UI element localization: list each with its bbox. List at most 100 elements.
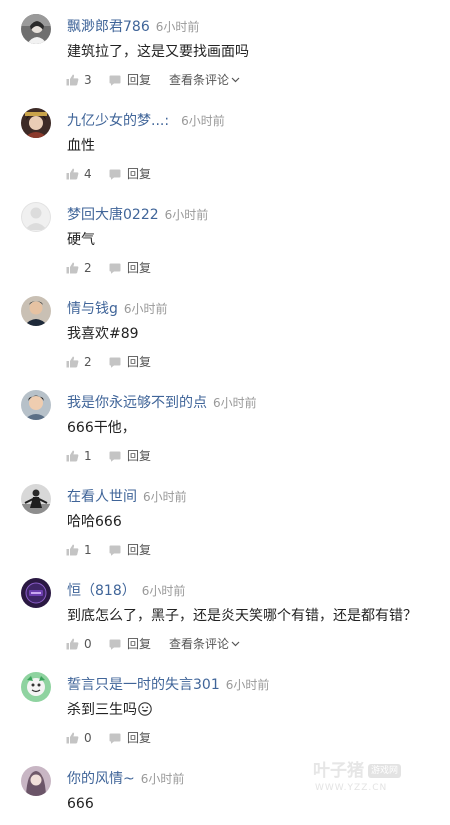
avatar[interactable] — [21, 296, 51, 326]
reply-button[interactable]: 回复 — [109, 260, 169, 276]
reply-button[interactable]: 回复 — [109, 636, 169, 652]
thumbs-up-icon — [66, 544, 79, 556]
comment-bubble-icon — [109, 169, 121, 180]
reply-button[interactable]: 回复 — [109, 730, 169, 746]
comment-bubble-icon — [109, 451, 121, 462]
avatar[interactable] — [21, 202, 51, 232]
reply-button[interactable]: 回复 — [109, 166, 169, 182]
thumbs-up-icon — [66, 450, 79, 462]
comment-text: 我喜欢#89 — [67, 326, 139, 342]
avatar[interactable] — [21, 108, 51, 138]
watermark-tag: 游戏网 — [368, 764, 402, 778]
thumbs-up-icon — [66, 732, 79, 744]
site-watermark: 叶子猪 游戏网 WWW.YZZ.CN — [313, 760, 413, 800]
comment-actions: 0 回复 — [66, 730, 169, 746]
thumbs-up-icon — [66, 356, 79, 368]
view-replies-link[interactable]: 查看条评论 — [169, 636, 240, 652]
comment-item: 情与钱g 6小时前 我喜欢#89 2 回复 — [0, 282, 450, 376]
comment-header: 恒（818） 6小时前 — [67, 580, 185, 600]
reply-label: 回复 — [127, 449, 152, 463]
like-count: 2 — [84, 261, 92, 275]
timestamp: 6小时前 — [225, 678, 270, 692]
comment-actions: 4 回复 — [66, 166, 169, 182]
comment-bubble-icon — [109, 639, 121, 650]
reply-label: 回复 — [127, 543, 152, 557]
like-button[interactable]: 3 — [66, 72, 109, 88]
like-count: 3 — [84, 73, 92, 87]
watermark-brand: 叶子猪 — [313, 761, 364, 781]
comment-item: 飘渺郎君786 6小时前 建筑拉了，这是又要找画面吗 3 回复 查看条评论 — [0, 0, 450, 94]
comment-bubble-icon — [109, 263, 121, 274]
reply-label: 回复 — [127, 731, 152, 745]
like-count: 0 — [84, 731, 92, 745]
reply-button[interactable]: 回复 — [109, 448, 169, 464]
username-link[interactable]: 飘渺郎君786 — [67, 19, 150, 35]
view-replies-label: 查看条评论 — [169, 73, 230, 87]
comment-header: 你的风情~ 6小时前 — [67, 768, 184, 788]
comment-bubble-icon — [109, 545, 121, 556]
thumbs-up-icon — [66, 168, 79, 180]
comment-text: 666干他， — [67, 420, 136, 436]
comment-header: 在看人世间 6小时前 — [67, 486, 187, 506]
comment-actions: 2 回复 — [66, 260, 169, 276]
thumbs-up-icon — [66, 262, 79, 274]
comment-item: 九亿少女的梦...: 6小时前 血性 4 回复 — [0, 94, 450, 188]
reply-label: 回复 — [127, 637, 152, 651]
comment-bubble-icon — [109, 733, 121, 744]
reply-label: 回复 — [127, 355, 152, 369]
avatar[interactable] — [21, 484, 51, 514]
like-button[interactable]: 2 — [66, 260, 109, 276]
timestamp: 6小时前 — [155, 20, 200, 34]
comment-text: 硬气 — [67, 232, 95, 248]
username-link[interactable]: 恒（818） — [67, 583, 136, 599]
comment-header: 我是你永远够不到的点 6小时前 — [67, 392, 257, 412]
chevron-down-icon — [231, 77, 240, 83]
username-link[interactable]: 誓言只是一时的失言301 — [67, 677, 220, 693]
like-button[interactable]: 2 — [66, 354, 109, 370]
comment-text: 到底怎么了，黑子，还是炎天笑哪个有错，还是都有错？ — [67, 608, 417, 624]
avatar[interactable] — [21, 14, 51, 44]
username-link[interactable]: 你的风情~ — [67, 771, 135, 787]
chevron-down-icon — [231, 641, 240, 647]
comment-item: 誓言只是一时的失言301 6小时前 杀到三生吗 0 回复 — [0, 658, 450, 752]
username-link[interactable]: 九亿少女的梦...: — [67, 113, 169, 129]
like-button[interactable]: 1 — [66, 448, 109, 464]
comment-bubble-icon — [109, 357, 121, 368]
like-count: 1 — [84, 543, 92, 557]
username-link[interactable]: 在看人世间 — [67, 489, 137, 505]
smiley-face-emoji — [138, 702, 152, 716]
avatar[interactable] — [21, 766, 51, 796]
avatar[interactable] — [21, 672, 51, 702]
username-link[interactable]: 梦回大唐0222 — [67, 207, 159, 223]
view-replies-link[interactable]: 查看条评论 — [169, 72, 240, 88]
comment-text-wrap: 杀到三生吗 — [67, 700, 152, 720]
timestamp: 6小时前 — [181, 114, 225, 128]
like-button[interactable]: 0 — [66, 730, 109, 746]
comment-actions: 1 回复 — [66, 448, 169, 464]
avatar[interactable] — [21, 578, 51, 608]
reply-button[interactable]: 回复 — [109, 542, 169, 558]
reply-button[interactable]: 回复 — [109, 354, 169, 370]
like-button[interactable]: 1 — [66, 542, 109, 558]
comment-bubble-icon — [109, 75, 121, 86]
avatar[interactable] — [21, 390, 51, 420]
comment-text: 666 — [67, 796, 94, 812]
timestamp: 6小时前 — [213, 396, 257, 410]
timestamp: 6小时前 — [123, 302, 168, 316]
comment-actions: 2 回复 — [66, 354, 169, 370]
reply-button[interactable]: 回复 — [109, 72, 169, 88]
watermark-url: WWW.YZZ.CN — [315, 783, 388, 793]
like-button[interactable]: 4 — [66, 166, 109, 182]
like-count: 2 — [84, 355, 92, 369]
username-link[interactable]: 我是你永远够不到的点 — [67, 395, 207, 411]
comment-header: 九亿少女的梦...: 6小时前 — [67, 110, 225, 130]
comment-actions: 3 回复 查看条评论 — [66, 72, 240, 88]
comment-header: 誓言只是一时的失言301 6小时前 — [67, 674, 269, 694]
comment-actions: 0 回复 查看条评论 — [66, 636, 240, 652]
comment-item: 梦回大唐0222 6小时前 硬气 2 回复 — [0, 188, 450, 282]
username-link[interactable]: 情与钱g — [67, 301, 118, 317]
like-button[interactable]: 0 — [66, 636, 109, 652]
comment-text: 杀到三生吗 — [67, 702, 137, 718]
comment-item: 恒（818） 6小时前 到底怎么了，黑子，还是炎天笑哪个有错，还是都有错？ 0 回… — [0, 564, 450, 658]
comment-text: 哈哈666 — [67, 514, 122, 530]
